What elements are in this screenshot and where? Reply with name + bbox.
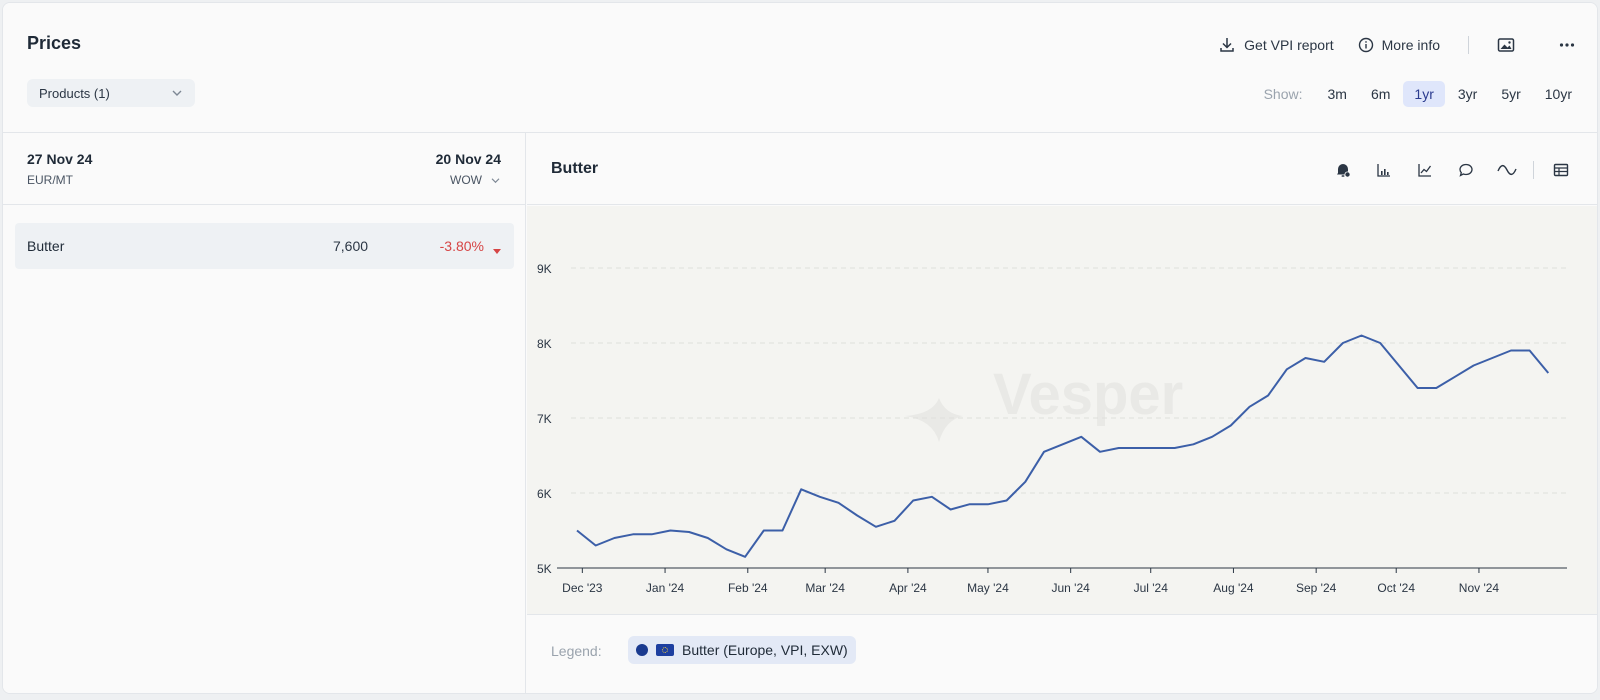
compare-mode-dropdown[interactable]: WOW [450,173,501,187]
price-list-panel: 27 Nov 24 EUR/MT 20 Nov 24 WOW Butter 7,… [3,133,526,693]
prices-card: Prices Products (1) Get VPI report More … [2,2,1598,694]
more-info-label: More info [1381,37,1440,53]
get-vpi-report-label: Get VPI report [1244,37,1334,53]
products-dropdown-label: Products (1) [39,85,110,101]
legend-item-butter[interactable]: Butter (Europe, VPI, EXW) [628,636,856,664]
price-list-header: 27 Nov 24 EUR/MT 20 Nov 24 WOW [3,133,525,205]
x-tick-label: Jul '24 [1134,581,1169,595]
x-tick-label: Jan '24 [646,581,685,595]
vesper-logo-icon [905,398,963,442]
line-chart-button[interactable] [1404,159,1445,181]
price-change: -3.80% [439,238,484,254]
x-tick-label: Sep '24 [1296,581,1337,595]
y-tick-label: 9K [537,262,552,276]
x-tick-label: May '24 [967,581,1009,595]
range-option-5yr[interactable]: 5yr [1490,81,1531,107]
chart-header: Butter [527,133,1597,205]
time-range-selector: Show: 3m 6m 1yr 3yr 5yr 10yr [1264,81,1583,107]
y-tick-label: 7K [537,412,552,426]
x-tick-label: Mar '24 [805,581,845,595]
compare-mode-label: WOW [450,173,482,187]
page-title: Prices [27,33,82,53]
bar-chart-icon [1376,162,1392,178]
y-tick-label: 6K [537,487,552,501]
table-row[interactable]: Butter 7,600 -3.80% [15,223,514,269]
range-option-10yr[interactable]: 10yr [1534,81,1583,107]
product-name: Butter [27,238,65,254]
header: Prices Products (1) Get VPI report More … [3,3,1597,133]
chevron-down-icon [490,173,501,187]
chevron-down-icon [171,89,183,97]
header-actions: Get VPI report More info [1218,33,1575,57]
down-triangle-icon [492,242,502,260]
x-tick-label: Nov '24 [1459,581,1500,595]
divider [1533,161,1534,179]
price-chart-svg: Vesper 5K 6K 7K 8K 9K Dec '23 Jan '24 Feb '24 M… [537,262,1567,595]
divider [1468,36,1469,54]
range-option-3m[interactable]: 3m [1317,81,1358,107]
y-tick-label: 5K [537,562,552,576]
chart-title: Butter [551,160,599,177]
chart-toolbar [1322,159,1581,181]
unit-label: EUR/MT [27,173,73,187]
compare-date: 20 Nov 24 [435,151,501,167]
vesper-watermark: Vesper [993,362,1183,427]
x-tick-label: Apr '24 [889,581,927,595]
smoothing-button[interactable] [1486,159,1527,181]
show-label: Show: [1263,86,1303,102]
price-chart: Vesper 5K 6K 7K 8K 9K Dec '23 Jan '24 Feb '24 M… [527,206,1597,614]
bar-chart-button[interactable] [1363,159,1404,181]
x-tick-label: Dec '23 [562,581,603,595]
range-option-6m[interactable]: 6m [1360,81,1401,107]
wave-icon [1496,164,1517,176]
legend-item-label: Butter (Europe, VPI, EXW) [682,642,848,658]
download-icon [1218,36,1236,54]
range-option-1yr[interactable]: 1yr [1403,81,1445,107]
y-tick-label: 8K [537,337,552,351]
x-tick-label: Oct '24 [1377,581,1415,595]
range-option-3yr[interactable]: 3yr [1447,81,1488,107]
products-dropdown[interactable]: Products (1) [27,79,195,107]
x-tick-label: Feb '24 [728,581,768,595]
comment-button[interactable] [1445,159,1486,181]
get-vpi-report-button[interactable]: Get VPI report [1218,36,1334,54]
x-tick-label: Jun '24 [1052,581,1091,595]
line-chart-icon [1417,162,1433,178]
table-view-button[interactable] [1540,159,1581,181]
info-icon [1358,37,1374,53]
comment-icon [1458,162,1474,178]
ellipsis-icon [1559,42,1575,48]
more-info-button[interactable]: More info [1358,37,1440,53]
table-icon [1553,163,1569,177]
bell-icon [1334,161,1352,179]
chart-panel: Butter Vesper 5K 6K 7K 8K 9K Dec '23 Jan… [527,133,1597,693]
price-alert-button[interactable] [1322,159,1363,181]
eu-flag-icon [656,644,674,656]
image-icon [1497,37,1515,53]
series-dot-icon [636,644,648,656]
legend-label: Legend: [551,643,602,659]
current-date: 27 Nov 24 [27,151,93,167]
more-options-button[interactable] [1559,42,1575,48]
product-price: 7,600 [333,238,369,254]
x-tick-label: Aug '24 [1213,581,1254,595]
legend-bar: Legend: Butter (Europe, VPI, EXW) [527,614,1597,693]
image-export-button[interactable] [1497,37,1515,53]
